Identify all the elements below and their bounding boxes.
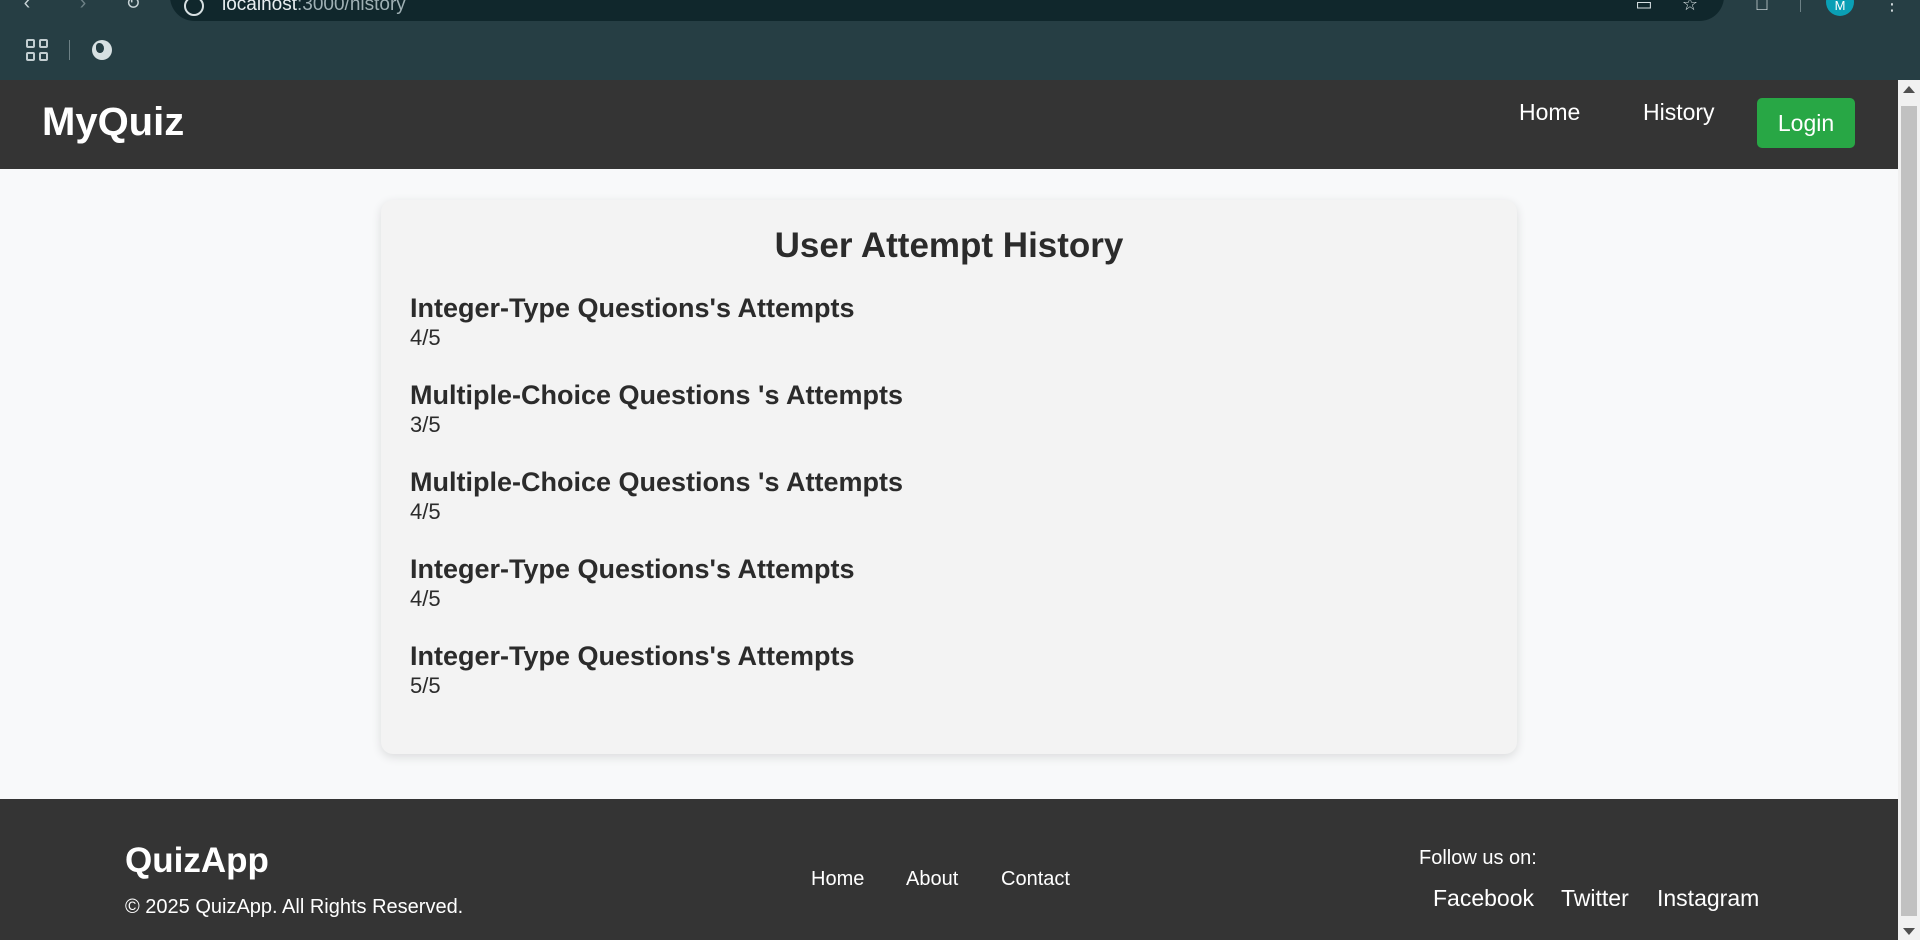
scroll-thumb[interactable] [1901, 106, 1917, 916]
attempt-title: Integer-Type Questions's Attempts [410, 293, 855, 323]
url-host: localhost [222, 0, 297, 15]
url-path: :3000/history [297, 0, 406, 15]
back-icon[interactable]: ‹ [12, 0, 42, 18]
toolbar-divider [1800, 0, 1801, 12]
bookmark-star-icon[interactable]: ☆ [1678, 0, 1702, 16]
site-navbar: MyQuiz Home History Login [0, 80, 1898, 169]
footer-copyright: © 2025 QuizApp. All Rights Reserved. [125, 896, 464, 918]
site-footer: QuizApp © 2025 QuizApp. All Rights Reser… [0, 799, 1898, 940]
attempt-score: 4/5 [410, 499, 441, 524]
extensions-icon[interactable]: □ [1748, 0, 1776, 18]
attempt-score: 4/5 [410, 586, 441, 611]
page-scrollbar[interactable] [1898, 80, 1920, 940]
scroll-down-icon[interactable] [1903, 928, 1915, 935]
nav-link-home[interactable]: Home [1519, 99, 1580, 126]
attempt-item: Multiple-Choice Questions 's Attempts 4/… [410, 466, 1490, 553]
attempt-title: Integer-Type Questions's Attempts [410, 554, 855, 584]
page-content: MyQuiz Home History Login User Attempt H… [0, 80, 1898, 940]
history-card: User Attempt History Integer-Type Questi… [381, 200, 1517, 754]
social-link-instagram[interactable]: Instagram [1657, 885, 1759, 912]
globe-icon[interactable] [92, 40, 112, 60]
attempt-score: 4/5 [410, 325, 441, 350]
site-info-icon[interactable] [184, 0, 204, 16]
attempt-item: Integer-Type Questions's Attempts 4/5 [410, 292, 1490, 379]
url-text[interactable]: localhost:3000/history [222, 0, 406, 16]
social-link-twitter[interactable]: Twitter [1561, 885, 1629, 912]
forward-icon[interactable]: › [68, 0, 98, 18]
attempt-item: Multiple-Choice Questions 's Attempts 3/… [410, 379, 1490, 466]
attempt-title: Multiple-Choice Questions 's Attempts [410, 380, 903, 410]
profile-avatar[interactable]: M [1826, 0, 1854, 16]
footer-link-about[interactable]: About [906, 868, 958, 891]
cast-icon[interactable]: ▭ [1632, 0, 1656, 16]
attempt-score: 3/5 [410, 412, 441, 437]
login-button[interactable]: Login [1757, 98, 1855, 148]
footer-link-home[interactable]: Home [811, 868, 864, 891]
attempt-title: Multiple-Choice Questions 's Attempts [410, 467, 903, 497]
social-link-facebook[interactable]: Facebook [1433, 885, 1534, 912]
attempt-list: Integer-Type Questions's Attempts 4/5 Mu… [410, 292, 1490, 727]
menu-kebab-icon[interactable]: ⋮ [1878, 0, 1906, 18]
scroll-up-icon[interactable] [1903, 86, 1915, 93]
apps-grid-icon[interactable] [26, 39, 48, 61]
browser-nav-row: ‹ › ↻ localhost:3000/history ▭ ☆ □ M ⋮ [0, 0, 1920, 22]
footer-brand: QuizApp [125, 841, 269, 880]
browser-toolbar: ‹ › ↻ localhost:3000/history ▭ ☆ □ M ⋮ [0, 0, 1920, 80]
footer-link-contact[interactable]: Contact [1001, 868, 1070, 891]
follow-label: Follow us on: [1419, 847, 1537, 869]
nav-link-history[interactable]: History [1643, 99, 1715, 126]
site-brand[interactable]: MyQuiz [42, 100, 184, 145]
attempt-item: Integer-Type Questions's Attempts 5/5 [410, 640, 1490, 727]
attempt-title: Integer-Type Questions's Attempts [410, 641, 855, 671]
bookmarks-bar [0, 32, 1920, 68]
bookmarks-divider [69, 40, 70, 60]
page-title: User Attempt History [774, 226, 1124, 265]
reload-icon[interactable]: ↻ [118, 0, 148, 18]
attempt-score: 5/5 [410, 673, 441, 698]
address-bar[interactable]: localhost:3000/history ▭ ☆ [170, 0, 1724, 21]
attempt-item: Integer-Type Questions's Attempts 4/5 [410, 553, 1490, 640]
